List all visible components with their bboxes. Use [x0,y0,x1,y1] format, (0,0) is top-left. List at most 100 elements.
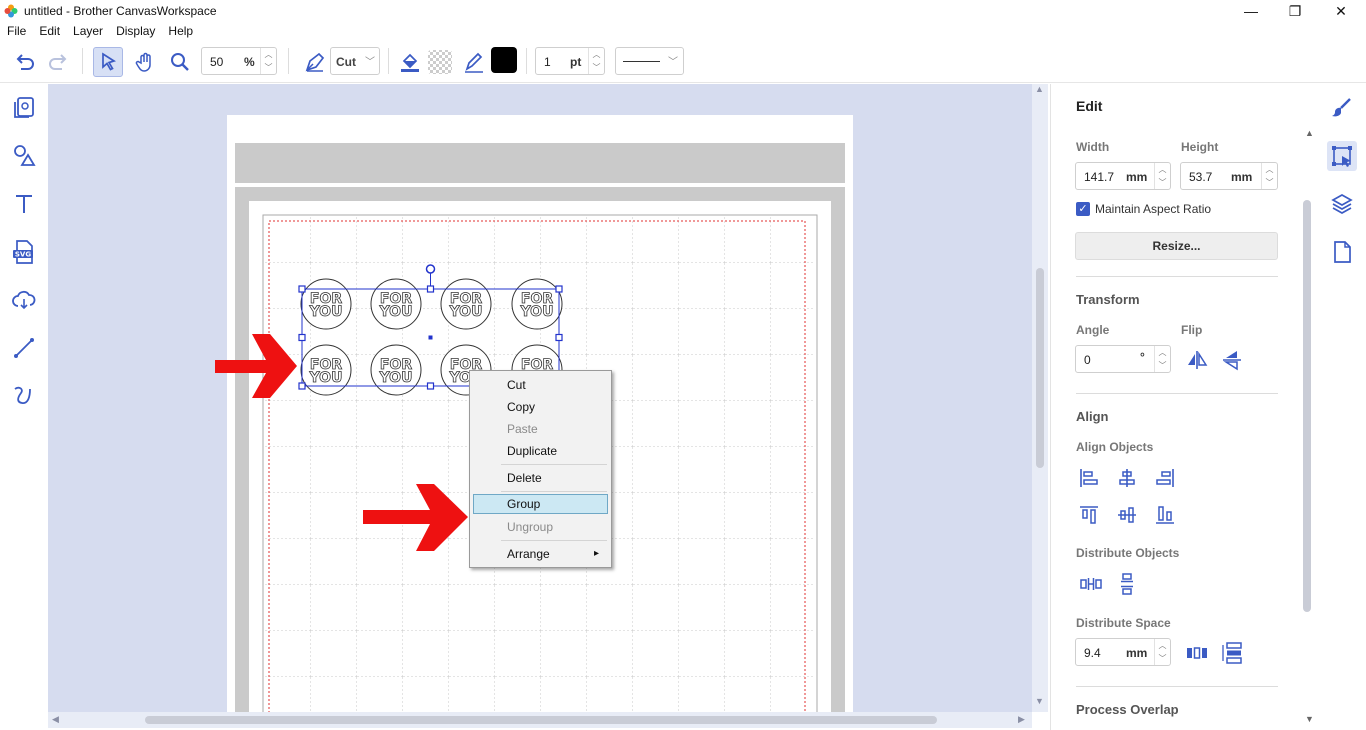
distribute-space-unit: mm [1126,646,1148,660]
menu-layer[interactable]: Layer [73,24,103,38]
app-window: untitled - Brother CanvasWorkspace — ❐ ✕… [0,0,1366,730]
align-bottom-icon[interactable] [1152,502,1178,528]
ctx-cut[interactable]: Cut [473,375,608,395]
line-width-unit: pt [570,55,582,69]
height-input[interactable]: 53.7 mm ︿ ﹀ [1180,162,1278,190]
menu-edit[interactable]: Edit [39,24,60,38]
app-logo-icon [4,4,18,18]
right-tab-bar [1316,84,1366,730]
undo-icon[interactable] [9,47,39,77]
edit-transform-icon[interactable] [1327,141,1357,171]
zoom-icon[interactable] [165,47,195,77]
for-you-design[interactable]: FORYOU [511,278,563,330]
height-unit: mm [1231,170,1253,184]
align-top-icon[interactable] [1076,502,1102,528]
transparency-icon[interactable] [425,47,455,77]
for-you-design[interactable]: FORYOU [300,278,352,330]
submenu-arrow-icon: ▸ [594,548,600,559]
line-width-stepper[interactable]: ︿ ﹀ [588,48,604,74]
line-color-pen-icon[interactable] [459,47,489,77]
layers-icon[interactable] [1327,189,1357,219]
distribute-horizontal-icon[interactable] [1078,571,1104,597]
restore-button[interactable]: ❐ [1272,0,1318,22]
space-horizontal-icon[interactable] [1184,640,1210,666]
distribute-space-stepper[interactable]: ︿ ﹀ [1154,639,1170,665]
for-you-design[interactable]: FORYOU [440,278,492,330]
ctx-ungroup[interactable]: Ungroup [473,517,608,537]
align-left-icon[interactable] [1076,465,1102,491]
align-middle-icon[interactable] [1114,502,1140,528]
height-stepper[interactable]: ︿ ﹀ [1261,163,1277,189]
process-overlap-heading: Process Overlap [1076,702,1179,717]
menu-file[interactable]: File [7,24,26,38]
ctx-separator [501,464,607,465]
for-you-design[interactable]: FORYOU [370,344,422,396]
zoom-level-input[interactable]: 50 % ︿ ﹀ [201,47,277,75]
space-vertical-icon[interactable] [1219,640,1245,666]
flip-vertical-icon[interactable] [1219,347,1245,373]
width-input[interactable]: 141.7 mm ︿ ﹀ [1075,162,1171,190]
ctx-delete[interactable]: Delete [473,468,608,488]
for-you-design[interactable]: FORYOU [300,344,352,396]
shapes-icon[interactable] [9,141,39,171]
window-title: untitled - Brother CanvasWorkspace [24,4,217,18]
ctx-group[interactable]: Group [473,494,608,514]
angle-stepper[interactable]: ︿ ﹀ [1154,346,1170,372]
ctx-arrange[interactable]: Arrange ▸ [473,544,608,564]
maintain-aspect-checkbox[interactable]: ✓ [1076,202,1090,216]
close-button[interactable]: ✕ [1318,0,1364,22]
zoom-value: 50 [210,55,224,69]
svg-icon[interactable]: SVG [9,237,39,267]
panel-scroll-up-icon[interactable]: ▲ [1305,128,1314,138]
mode-dropdown[interactable]: Cut ﹀ [330,47,380,75]
align-right-icon[interactable] [1152,465,1178,491]
mode-label: Cut [336,55,356,69]
minimize-button[interactable]: — [1228,0,1274,22]
panel-scroll-down-icon[interactable]: ▼ [1305,714,1314,724]
menu-help[interactable]: Help [168,24,193,38]
for-you-design[interactable]: FORYOU [370,278,422,330]
page-icon[interactable] [1327,237,1357,267]
hand-icon[interactable] [130,47,160,77]
for-you-text: YOU [449,304,483,320]
distribute-vertical-icon[interactable] [1114,571,1140,597]
align-center-icon[interactable] [1114,465,1140,491]
distribute-space-input[interactable]: 9.4 mm ︿ ﹀ [1075,638,1171,666]
panel-scroll-thumb[interactable] [1303,200,1311,612]
fill-icon[interactable] [395,47,425,77]
ctx-paste[interactable]: Paste [473,419,608,439]
vertical-scroll-thumb[interactable] [1036,268,1044,468]
pages-icon[interactable] [9,93,39,123]
width-label: Width [1076,140,1110,154]
left-toolbar: SVG [0,84,48,730]
chevron-down-icon: ﹀ [668,57,678,68]
redo-icon[interactable] [44,47,74,77]
paint-brush-icon[interactable] [1327,93,1357,123]
context-menu: Cut Copy Paste Duplicate Delete Group Un… [469,370,612,568]
menu-display[interactable]: Display [116,24,155,38]
resize-button[interactable]: Resize... [1075,232,1278,260]
width-value: 141.7 [1084,170,1115,184]
width-stepper[interactable]: ︿ ﹀ [1154,163,1170,189]
line-width-input[interactable]: 1 pt ︿ ﹀ [535,47,605,75]
flip-horizontal-icon[interactable] [1184,347,1210,373]
line-color-swatch[interactable] [491,47,517,73]
zoom-stepper[interactable]: ︿ ﹀ [260,48,276,74]
ctx-copy[interactable]: Copy [473,397,608,417]
line-icon[interactable] [9,333,39,363]
line-width-value: 1 [544,55,551,69]
pen-mode-icon[interactable] [300,47,330,77]
ctx-separator [501,540,607,541]
for-you-text: YOU [309,304,343,320]
height-value: 53.7 [1189,170,1213,184]
ctx-duplicate[interactable]: Duplicate [473,441,608,461]
cloud-icon[interactable] [9,285,39,315]
freehand-icon[interactable] [9,381,39,411]
select-icon[interactable] [93,47,123,77]
panel-title: Edit [1076,98,1103,114]
angle-input[interactable]: 0 ° ︿ ﹀ [1075,345,1171,373]
text-icon[interactable] [9,189,39,219]
ctx-arrange-label: Arrange [507,547,550,561]
horizontal-scroll-thumb[interactable] [145,716,937,724]
line-style-dropdown[interactable]: ﹀ [615,47,684,75]
